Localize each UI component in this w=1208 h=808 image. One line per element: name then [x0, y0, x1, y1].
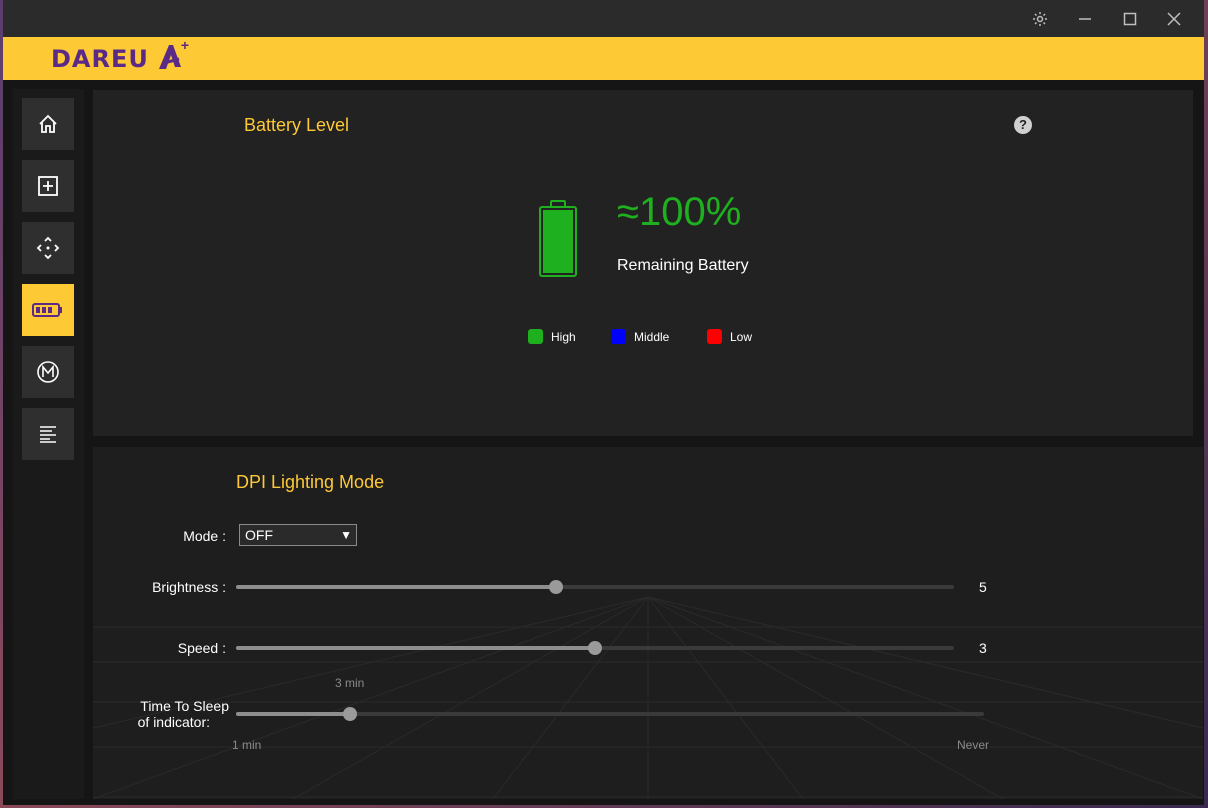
sleep-slider-thumb[interactable]	[342, 707, 357, 721]
sleep-max-label: Never	[957, 738, 990, 752]
sidebar	[13, 89, 84, 799]
gear-icon[interactable]	[1029, 8, 1051, 30]
brightness-slider-thumb[interactable]	[548, 580, 563, 594]
sleep-slider-fill	[236, 712, 350, 716]
chevron-down-icon: ▼	[340, 528, 352, 542]
logo-mark: +	[155, 37, 189, 78]
sidebar-item-dpi[interactable]	[22, 222, 74, 274]
mode-label: Mode :	[183, 528, 226, 544]
speed-label: Speed :	[177, 640, 226, 656]
dareu-logo: DAREU +	[51, 37, 189, 78]
logo-plus: +	[180, 36, 190, 53]
sleep-min-label: 1 min	[232, 738, 262, 752]
battery-panel: Battery Level ? ≈100% Remaining Battery …	[93, 90, 1193, 436]
brightness-label: Brightness :	[152, 579, 226, 595]
speed-slider-thumb[interactable]	[588, 641, 602, 655]
speed-value: 3	[979, 640, 987, 656]
sidebar-item-macro[interactable]	[22, 346, 74, 398]
sleep-slider[interactable]	[236, 707, 984, 721]
sidebar-item-settings[interactable]	[22, 408, 74, 460]
remaining-battery-label: Remaining Battery	[617, 257, 749, 274]
battery-percent: ≈100%	[617, 190, 742, 234]
sidebar-item-buttons[interactable]	[22, 160, 74, 212]
macro-m-icon	[37, 361, 59, 383]
legend-middle-label: Middle	[634, 329, 670, 344]
home-icon	[39, 114, 57, 133]
sidebar-item-battery[interactable]	[22, 284, 74, 336]
legend-middle-swatch	[611, 329, 626, 344]
brand-bar: DAREU +	[3, 37, 1204, 80]
legend-middle: Middle	[611, 329, 669, 344]
brightness-slider[interactable]	[236, 580, 954, 594]
legend-low-label: Low	[730, 329, 753, 344]
app-window: DAREU + Battery Level ? ≈100% Remaining …	[3, 0, 1204, 805]
speed-slider[interactable]	[236, 641, 954, 655]
legend-high: High	[528, 329, 576, 344]
legend-high-swatch	[528, 329, 543, 344]
battery-icon	[32, 303, 62, 317]
brightness-value: 5	[979, 579, 987, 595]
help-icon[interactable]: ?	[1014, 116, 1032, 134]
legend-low: Low	[707, 329, 752, 344]
move-arrows-icon	[36, 236, 60, 260]
sidebar-item-home[interactable]	[22, 98, 74, 150]
brightness-slider-fill	[236, 585, 556, 589]
plus-square-icon	[38, 176, 58, 196]
sleep-current-value: 3 min	[335, 676, 365, 690]
mode-select[interactable]: OFF ▼	[239, 524, 357, 546]
legend-high-label: High	[551, 329, 576, 344]
speed-slider-fill	[236, 646, 595, 650]
sleep-label-line2: of indicator:	[137, 714, 210, 730]
legend-low-swatch	[707, 329, 722, 344]
mode-select-value: OFF	[245, 527, 273, 543]
sleep-label-line1: Time To Sleep	[140, 698, 229, 714]
battery-title: Battery Level	[244, 115, 350, 135]
maximize-icon[interactable]	[1119, 8, 1141, 30]
sleep-label: Time To Sleep of indicator:	[113, 698, 229, 730]
dpi-lighting-panel: DPI Lighting Mode Mode : OFF ▼ Brightnes…	[93, 447, 1203, 799]
logo-text: DAREU	[51, 45, 149, 73]
title-bar	[3, 0, 1204, 37]
text-lines-icon	[40, 426, 56, 443]
dpi-lighting-title: DPI Lighting Mode	[236, 472, 385, 492]
battery-level-icon	[539, 200, 577, 277]
close-icon[interactable]	[1163, 8, 1185, 30]
minimize-icon[interactable]	[1074, 8, 1096, 30]
